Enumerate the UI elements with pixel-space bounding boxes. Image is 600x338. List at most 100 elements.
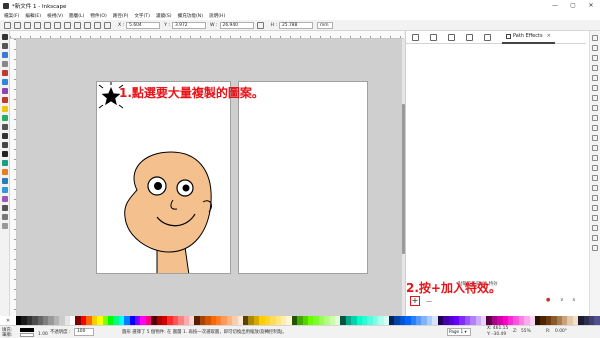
- copy-icon[interactable]: [592, 115, 598, 121]
- zoom-drawing-icon[interactable]: [592, 155, 598, 161]
- layers-tab-icon[interactable]: [430, 33, 437, 41]
- text-tool-icon[interactable]: [1, 151, 8, 157]
- spiral-tool-icon[interactable]: [1, 115, 8, 121]
- mesh-tool-icon[interactable]: [1, 196, 8, 202]
- cut-icon[interactable]: [592, 125, 598, 131]
- menu-layer[interactable]: 圖層(L): [69, 13, 84, 19]
- delete-effect-button[interactable]: ●: [546, 297, 550, 303]
- star-tool-icon[interactable]: [1, 106, 8, 112]
- menu-edit[interactable]: 編輯(E): [25, 13, 41, 19]
- flip-vertical-icon[interactable]: [64, 21, 71, 29]
- select-all-icon[interactable]: [4, 21, 11, 29]
- palette-swatch[interactable]: [594, 316, 600, 325]
- y-field[interactable]: 3.972: [171, 21, 206, 29]
- measure-tool-icon[interactable]: [1, 70, 8, 76]
- box3d-tool-icon[interactable]: [1, 88, 8, 94]
- objects-tab-icon[interactable]: [448, 33, 455, 41]
- gradient-tool-icon[interactable]: [1, 187, 8, 193]
- save-icon[interactable]: [592, 55, 598, 61]
- bucket-tool-icon[interactable]: [1, 178, 8, 184]
- export-icon[interactable]: [592, 85, 598, 91]
- stroke-label: 筆廓:: [2, 333, 13, 338]
- fill-indicator[interactable]: [20, 328, 34, 332]
- fill-stroke-tab-icon[interactable]: [412, 33, 419, 41]
- xml-editor-icon[interactable]: [592, 245, 598, 251]
- move-effect-down-button[interactable]: ∨: [560, 297, 564, 303]
- open-icon[interactable]: [592, 45, 598, 51]
- vertical-ruler[interactable]: [10, 39, 17, 316]
- close-button[interactable]: ✕: [582, 0, 600, 11]
- node-tool-icon[interactable]: [1, 43, 8, 49]
- text-font-tab-icon[interactable]: [466, 33, 473, 41]
- menu-help[interactable]: 說明(H): [209, 13, 225, 19]
- width-field[interactable]: 26.940: [219, 21, 254, 29]
- select-all-layers-icon[interactable]: [14, 21, 21, 29]
- zoom-tool-icon[interactable]: [1, 61, 8, 67]
- spray-tool-icon[interactable]: [1, 160, 8, 166]
- menu-filters[interactable]: 濾鏡(S): [156, 13, 172, 19]
- print-icon[interactable]: [592, 65, 598, 71]
- add-path-effect-button[interactable]: +: [410, 296, 420, 306]
- ellipse-tool-icon[interactable]: [1, 97, 8, 103]
- zoom-page-icon[interactable]: [592, 165, 598, 171]
- horizontal-ruler[interactable]: [10, 31, 404, 39]
- undo-icon[interactable]: [592, 95, 598, 101]
- rotation-field[interactable]: 0.00°: [555, 329, 567, 334]
- tab-path-effects[interactable]: Path Effects ×: [502, 31, 555, 44]
- stroke-width-value[interactable]: 1.00: [38, 332, 48, 337]
- selector-tool-icon[interactable]: [1, 34, 8, 40]
- lpe-tool-icon[interactable]: [1, 223, 8, 229]
- new-document-icon[interactable]: [592, 35, 598, 41]
- menu-object[interactable]: 物件(O): [90, 13, 106, 19]
- menu-extensions[interactable]: 擴充功能(N): [178, 13, 203, 19]
- menu-file[interactable]: 檔案(F): [4, 13, 19, 19]
- flip-horizontal-icon[interactable]: [54, 21, 61, 29]
- unlink-clone-icon[interactable]: [592, 195, 598, 201]
- duplicate-icon[interactable]: [592, 175, 598, 181]
- deselect-icon[interactable]: [24, 21, 31, 29]
- x-field[interactable]: 5.604: [126, 21, 161, 29]
- remove-path-effect-button[interactable]: —: [426, 298, 432, 305]
- eraser-tool-icon[interactable]: [1, 169, 8, 175]
- menu-text[interactable]: 文字(T): [134, 13, 150, 19]
- clone-icon[interactable]: [592, 185, 598, 191]
- dropper-tool-icon[interactable]: [1, 205, 8, 211]
- lower-bottom-icon[interactable]: [104, 21, 111, 29]
- menu-view[interactable]: 檢視(V): [47, 13, 63, 19]
- opacity-field[interactable]: 100: [74, 328, 94, 336]
- connector-tool-icon[interactable]: [1, 214, 8, 220]
- tab-close-button[interactable]: ×: [547, 33, 551, 39]
- pen-tool-icon[interactable]: [1, 133, 8, 139]
- rotate-cw-icon[interactable]: [44, 21, 51, 29]
- fill-stroke-icon[interactable]: [592, 225, 598, 231]
- import-icon[interactable]: [592, 75, 598, 81]
- paste-icon[interactable]: [592, 135, 598, 141]
- align-tab-icon[interactable]: [484, 33, 491, 41]
- menu-path[interactable]: 路徑(P): [113, 13, 129, 19]
- text-icon[interactable]: [592, 235, 598, 241]
- ungroup-icon[interactable]: [592, 215, 598, 221]
- stroke-indicator[interactable]: [20, 333, 34, 337]
- lock-icon[interactable]: [256, 21, 264, 29]
- calligraphy-tool-icon[interactable]: [1, 142, 8, 148]
- unit-select[interactable]: mm: [317, 21, 334, 29]
- maximize-button[interactable]: ▢: [564, 0, 582, 11]
- layer-select[interactable]: Page 1 ▾: [447, 328, 471, 336]
- raise-top-icon[interactable]: [74, 21, 81, 29]
- raise-icon[interactable]: [84, 21, 91, 29]
- minimize-button[interactable]: —: [546, 0, 564, 11]
- rotate-ccw-icon[interactable]: [34, 21, 41, 29]
- zoom-selection-icon[interactable]: [592, 145, 598, 151]
- tweak-tool-icon[interactable]: [1, 52, 8, 58]
- move-effect-up-button[interactable]: ∧: [572, 297, 576, 303]
- pencil-tool-icon[interactable]: [1, 124, 8, 130]
- group-icon[interactable]: [592, 205, 598, 211]
- lower-icon[interactable]: [94, 21, 101, 29]
- no-paint-swatch[interactable]: ✕: [0, 316, 16, 325]
- zoom-field[interactable]: 55%: [521, 329, 531, 334]
- drawing-canvas[interactable]: [17, 39, 402, 316]
- height-field[interactable]: 25.788: [279, 21, 314, 29]
- rectangle-tool-icon[interactable]: [1, 79, 8, 85]
- redo-icon[interactable]: [592, 105, 598, 111]
- cursor-y: Y: -30.49: [487, 332, 507, 337]
